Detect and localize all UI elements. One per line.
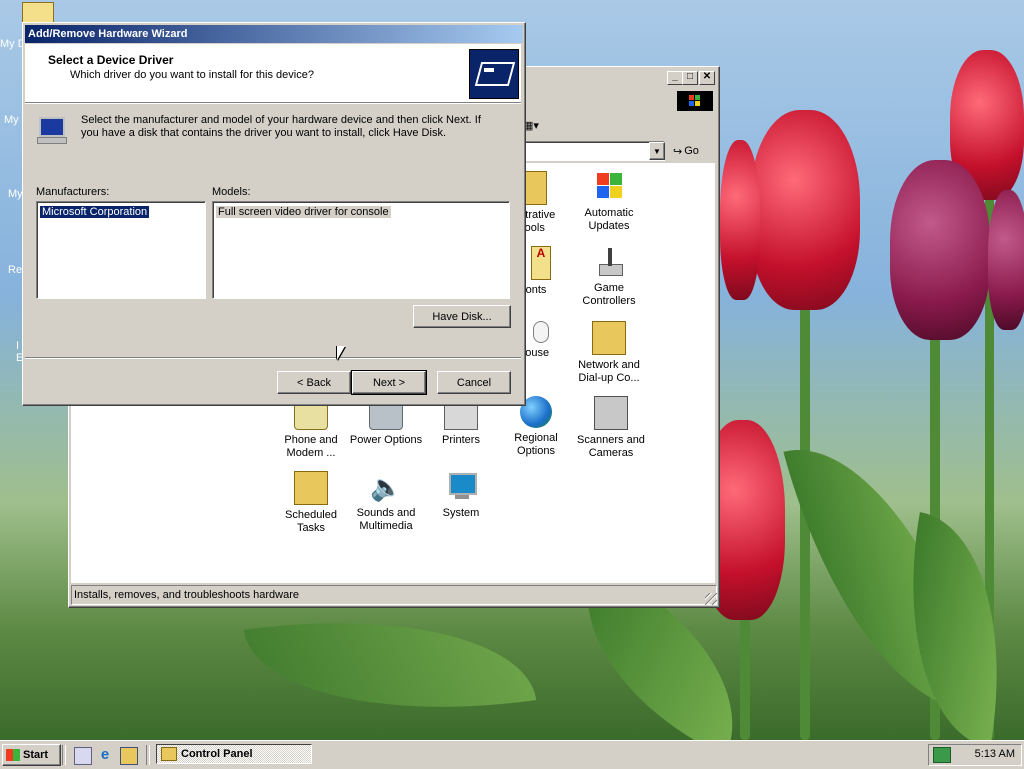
fonts-icon: A — [531, 246, 551, 280]
cancel-button[interactable]: Cancel — [437, 371, 511, 394]
mouse-icon — [533, 321, 549, 343]
joystick-icon — [593, 246, 625, 278]
go-arrow-icon: ↪ — [673, 145, 683, 158]
header-divider — [25, 102, 521, 104]
back-button[interactable]: < Back — [277, 371, 351, 394]
views-button[interactable]: ▦▾ — [523, 119, 545, 135]
close-button[interactable]: ✕ — [699, 71, 715, 85]
windows-flag-icon — [6, 749, 20, 761]
add-remove-hardware-wizard: Add/Remove Hardware Wizard Select a Devi… — [22, 22, 526, 406]
manufacturers-label: Manufacturers: — [36, 186, 110, 198]
cp-icon-scheduled-tasks[interactable]: Scheduled Tasks — [271, 471, 351, 535]
address-dropdown-button[interactable]: ▼ — [649, 142, 665, 160]
wizard-heading: Select a Device Driver — [48, 53, 174, 67]
show-desktop-icon[interactable] — [74, 747, 92, 765]
status-bar: Installs, removes, and troubleshoots har… — [71, 585, 717, 605]
cp-icon-sounds-multimedia[interactable]: 🔈 Sounds and Multimedia — [346, 471, 426, 533]
list-item[interactable]: Microsoft Corporation — [38, 205, 151, 219]
internet-explorer-icon[interactable]: e — [97, 747, 113, 763]
hardware-wizard-icon — [469, 49, 519, 99]
have-disk-button[interactable]: Have Disk... — [413, 305, 511, 328]
minimize-button[interactable]: _ — [667, 71, 683, 85]
clock[interactable]: 5:13 AM — [975, 748, 1015, 760]
next-button[interactable]: Next > — [351, 370, 427, 395]
control-panel-icon — [161, 747, 177, 761]
system-tray: 5:13 AM — [928, 744, 1022, 766]
scanner-camera-icon — [594, 396, 628, 430]
taskbar: Start e Control Panel 5:13 AM — [0, 740, 1024, 769]
wizard-header: Select a Device Driver Which driver do y… — [25, 44, 521, 102]
cp-icon-network-dialup[interactable]: Network and Dial-up Co... — [569, 321, 649, 385]
list-item[interactable]: Full screen video driver for console — [216, 206, 391, 218]
windows-update-icon — [593, 171, 625, 203]
windows-logo-icon — [677, 91, 713, 111]
cp-icon-scanners-cameras[interactable]: Scanners and Cameras — [571, 396, 651, 460]
go-button[interactable]: ↪ Go — [673, 143, 707, 159]
cp-icon-game-controllers[interactable]: Game Controllers — [569, 246, 649, 308]
cp-icon-automatic-updates[interactable]: Automatic Updates — [569, 171, 649, 233]
desktop-icon-label[interactable]: I — [16, 340, 19, 352]
speaker-icon: 🔈 — [370, 472, 403, 502]
wizard-title[interactable]: Add/Remove Hardware Wizard — [25, 25, 523, 43]
wizard-subheading: Which driver do you want to install for … — [70, 69, 314, 81]
manufacturers-list[interactable]: Microsoft Corporation — [36, 201, 206, 299]
quicklaunch-divider — [62, 745, 66, 765]
scheduled-tasks-folder-icon — [294, 471, 328, 505]
models-list[interactable]: Full screen video driver for console — [212, 201, 510, 299]
outlook-express-icon[interactable] — [120, 747, 138, 765]
quicklaunch-divider — [146, 745, 150, 765]
computer-icon — [445, 471, 477, 503]
mouse-cursor-icon — [337, 346, 345, 360]
desktop-icon-label[interactable]: Re — [8, 264, 22, 276]
wizard-instructions: Select the manufacturer and model of you… — [81, 114, 481, 139]
desktop-icon-label[interactable]: My — [4, 114, 19, 126]
computer-icon — [37, 117, 67, 144]
network-tray-icon[interactable] — [933, 747, 951, 763]
models-label: Models: — [212, 186, 251, 198]
footer-divider — [25, 357, 521, 359]
maximize-button[interactable]: □ — [682, 71, 698, 85]
address-field[interactable] — [523, 141, 665, 161]
taskbar-button-control-panel[interactable]: Control Panel — [156, 744, 312, 764]
desktop-icon-label[interactable]: My — [8, 188, 23, 200]
cp-icon-system[interactable]: System — [421, 471, 501, 520]
resize-grip[interactable] — [705, 593, 717, 605]
start-button[interactable]: Start — [2, 744, 61, 766]
network-folder-icon — [592, 321, 626, 355]
